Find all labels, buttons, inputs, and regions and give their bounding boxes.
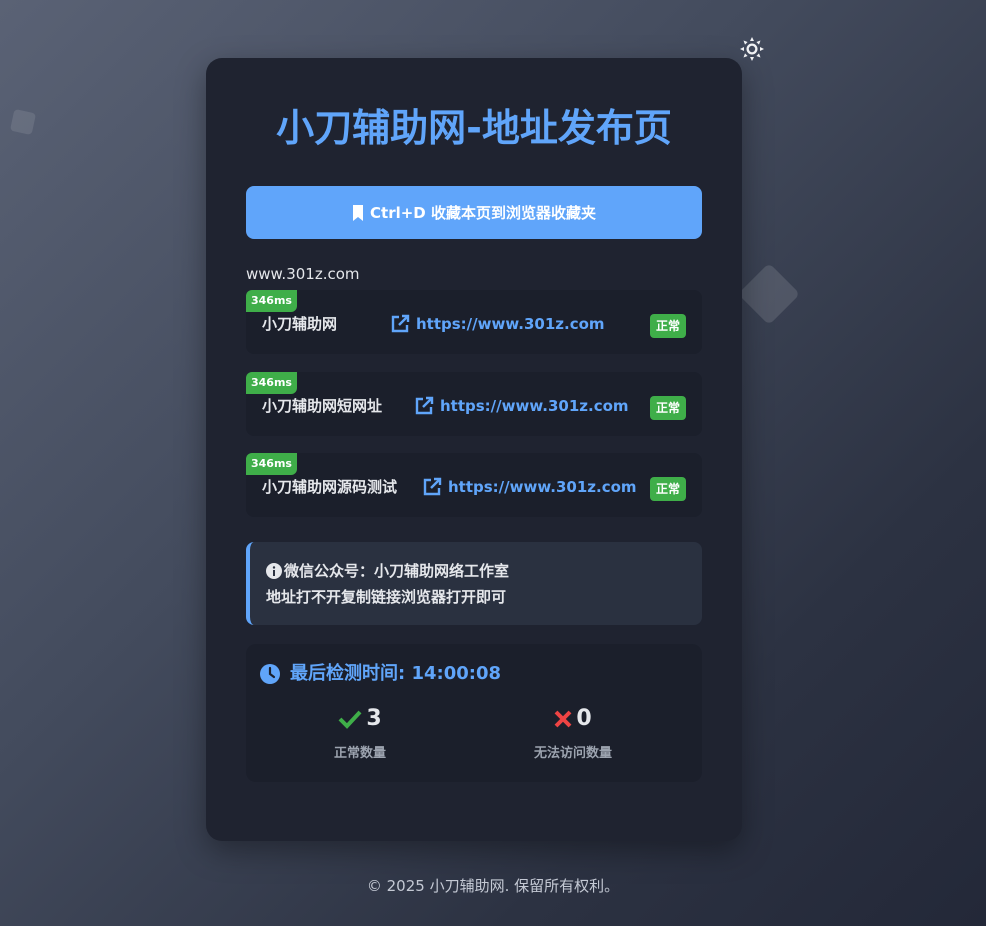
site-row: 346ms 小刀辅助网源码测试 https://www.301z.com 正常 (246, 453, 702, 517)
external-link-icon (415, 396, 434, 415)
theme-toggle-button[interactable] (738, 35, 766, 63)
notice-hint: 地址打不开复制链接浏览器打开即可 (266, 588, 507, 606)
normal-count: 3 (366, 706, 382, 731)
status-badge: 正常 (649, 314, 686, 338)
failed-count: 0 (576, 706, 592, 731)
site-name: 小刀辅助网源码测试 (262, 478, 398, 496)
latency-badge: 346ms (246, 290, 297, 312)
bookmark-button[interactable]: Ctrl+D 收藏本页到浏览器收藏夹 (246, 186, 702, 239)
failed-label: 无法访问数量 (533, 746, 612, 761)
site-row: 346ms 小刀辅助网短网址 https://www.301z.com 正常 (246, 372, 702, 436)
site-row: 346ms 小刀辅助网 https://www.301z.com 正常 (246, 290, 702, 354)
status-badge: 正常 (649, 477, 686, 501)
status-badge: 正常 (649, 396, 686, 420)
decorative-square (737, 262, 801, 326)
bookmark-button-label: Ctrl+D 收藏本页到浏览器收藏夹 (370, 204, 596, 222)
normal-stat: 3 正常数量 (280, 704, 440, 761)
info-icon (266, 563, 282, 579)
clock-icon (260, 664, 280, 684)
external-link-icon (391, 314, 410, 333)
site-url: https://www.301z.com (416, 315, 605, 333)
external-link-icon (423, 477, 442, 496)
domain-label: www.301z.com (246, 265, 360, 283)
failed-stat: 0 无法访问数量 (493, 704, 653, 761)
site-name: 小刀辅助网短网址 (262, 397, 383, 415)
notice-wechat: 微信公众号：小刀辅助网络工作室 (284, 562, 510, 580)
stats-panel: 最后检测时间: 14:00:08 3 正常数量 0 无法访问数量 (246, 644, 702, 782)
last-check-time: 最后检测时间: 14:00:08 (290, 663, 502, 684)
site-link[interactable]: https://www.301z.com (414, 394, 629, 418)
page-title: 小刀辅助网-地址发布页 (276, 106, 672, 150)
latency-badge: 346ms (246, 372, 297, 394)
footer-copyright: © 2025 小刀辅助网. 保留所有权利。 (366, 877, 620, 895)
normal-label: 正常数量 (333, 746, 386, 761)
site-url: https://www.301z.com (448, 478, 637, 496)
decorative-square (9, 108, 37, 136)
check-icon (338, 710, 362, 729)
sun-icon (740, 37, 764, 61)
site-url: https://www.301z.com (440, 397, 629, 415)
site-link[interactable]: https://www.301z.com (390, 312, 605, 336)
site-link[interactable]: https://www.301z.com (422, 475, 637, 499)
latency-badge: 346ms (246, 453, 297, 475)
bookmark-icon (353, 204, 364, 221)
site-name: 小刀辅助网 (262, 315, 338, 333)
notice-box: 微信公众号：小刀辅助网络工作室 地址打不开复制链接浏览器打开即可 (246, 542, 702, 625)
x-icon (554, 710, 572, 728)
